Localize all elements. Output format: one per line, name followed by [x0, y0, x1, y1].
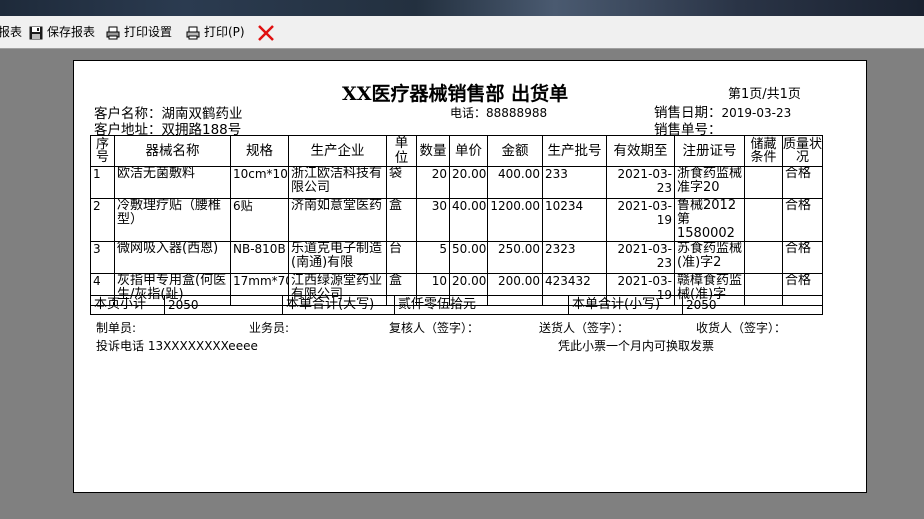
cell-amount: 1200.00 [487, 198, 543, 242]
close-icon [258, 24, 274, 41]
column-header: 储藏条件 [744, 135, 783, 167]
print-label: 打印(P) [204, 25, 245, 39]
report-title: XX医疗器械销售部 出货单 [342, 83, 569, 105]
report-button-partial[interactable]: 报表 [0, 24, 22, 41]
cell-quality: 合格 [782, 241, 823, 274]
close-button[interactable] [257, 24, 279, 41]
save-report-label: 保存报表 [47, 25, 96, 39]
toolbar: 报表 保存报表 打印设置 打印(P) [0, 16, 924, 49]
cell-reg: 鲁械2012第1580002 [674, 198, 745, 242]
deliverer-label: 送货人（签字）： [539, 321, 630, 335]
total-upper-label: 本单合计(大写) [282, 295, 395, 315]
cell-unit: 台 [386, 241, 417, 274]
column-header: 数量 [416, 135, 450, 167]
summary-row: 本页小计 2050 本单合计(大写) 贰仟零伍拾元 本单合计(小写) 2050 [90, 295, 823, 315]
cell-price: 40.00 [449, 198, 488, 242]
cell-quality: 合格 [782, 198, 823, 242]
cell-expiry: 2021-03-23 [606, 166, 675, 199]
complaint-phone: 投诉电话 13XXXXXXXXeeee [96, 339, 258, 353]
column-header: 有效期至 [606, 135, 675, 167]
items-table: 序号 器械名称 规格 生产企业 单位 数量 单价 金额 生产批号 有效期至 注册… [90, 135, 823, 306]
column-header: 单位 [386, 135, 417, 167]
save-report-button[interactable]: 保存报表 [29, 24, 95, 41]
table-row: 2 冷敷理疗贴（腰椎型） 6贴 济南如意堂医药 盒 30 40.00 1200.… [90, 198, 823, 242]
column-header: 规格 [230, 135, 289, 167]
cell-expiry: 2021-03-23 [606, 241, 675, 274]
salesman-label: 业务员: [249, 321, 290, 335]
cell-storage [744, 166, 783, 199]
page-info: 第1页/共1页 [728, 87, 801, 102]
sale-date-value: 2019-03-23 [721, 106, 792, 120]
cell-batch: 233 [542, 166, 607, 199]
printer-icon [186, 26, 200, 39]
cell-unit: 盒 [386, 198, 417, 242]
maker-label: 制单员: [96, 321, 137, 335]
cell-storage [744, 241, 783, 274]
column-header: 序号 [90, 135, 115, 167]
cell-expiry: 2021-03-19 [606, 198, 675, 242]
table-header-row: 序号 器械名称 规格 生产企业 单位 数量 单价 金额 生产批号 有效期至 注册… [90, 135, 823, 167]
cell-spec: 10cm*10cm [230, 166, 289, 199]
cell-reg: 浙食药监械准字20 [674, 166, 745, 199]
cell-amount: 400.00 [487, 166, 543, 199]
receiver-label: 收货人（签字）： [696, 321, 787, 335]
cell-batch: 2323 [542, 241, 607, 274]
cell-batch: 10234 [542, 198, 607, 242]
reviewer-label: 复核人（签字）： [389, 321, 480, 335]
cell-price: 20.00 [449, 166, 488, 199]
window-titlebar [0, 0, 924, 16]
invoice-note: 凭此小票一个月内可换取发票 [558, 339, 715, 353]
cell-storage [744, 198, 783, 242]
phone-label: 电话： [450, 106, 487, 120]
cell-quality: 合格 [782, 166, 823, 199]
column-header: 质量状况 [782, 135, 823, 167]
printer-setup-icon [106, 26, 120, 39]
page-subtotal-label: 本页小计 [90, 295, 165, 315]
cell-seq: 2 [90, 198, 115, 242]
cell-spec: NB-810B [230, 241, 289, 274]
cell-spec: 6贴 [230, 198, 289, 242]
cell-maker: 浙江欧洁科技有限公司 [288, 166, 387, 199]
cell-reg: 苏食药监械(准)字2 [674, 241, 745, 274]
print-button[interactable]: 打印(P) [186, 24, 245, 41]
total-lower-value: 2050 [682, 295, 823, 315]
cell-price: 50.00 [449, 241, 488, 274]
cell-name: 欧洁无菌敷料 [114, 166, 231, 199]
cell-unit: 袋 [386, 166, 417, 199]
phone-row: 电话：88888988 [450, 104, 547, 121]
table-row: 1 欧洁无菌敷料 10cm*10cm 浙江欧洁科技有限公司 袋 20 20.00… [90, 166, 823, 199]
cell-name: 冷敷理疗贴（腰椎型） [114, 198, 231, 242]
cell-maker: 乐道克电子制造(南通)有限 [288, 241, 387, 274]
column-header: 生产批号 [542, 135, 607, 167]
cell-seq: 1 [90, 166, 115, 199]
total-lower-label: 本单合计(小写) [568, 295, 683, 315]
column-header: 器械名称 [114, 135, 231, 167]
cell-qty: 5 [416, 241, 450, 274]
print-setup-button[interactable]: 打印设置 [106, 24, 172, 41]
cell-qty: 20 [416, 166, 450, 199]
cell-name: 微网吸入器(西恩) [114, 241, 231, 274]
summary-table: 本页小计 2050 本单合计(大写) 贰仟零伍拾元 本单合计(小写) 2050 [90, 295, 823, 315]
print-setup-label: 打印设置 [124, 25, 173, 39]
cell-amount: 250.00 [487, 241, 543, 274]
page-subtotal-value: 2050 [164, 295, 283, 315]
cell-maker: 济南如意堂医药 [288, 198, 387, 242]
floppy-disk-icon [29, 26, 43, 39]
column-header: 生产企业 [288, 135, 387, 167]
table-row: 3 微网吸入器(西恩) NB-810B 乐道克电子制造(南通)有限 台 5 50… [90, 241, 823, 274]
total-upper-value: 贰仟零伍拾元 [394, 295, 569, 315]
column-header: 单价 [449, 135, 488, 167]
report-button-label: 报表 [0, 25, 23, 39]
cell-seq: 3 [90, 241, 115, 274]
column-header: 注册证号 [674, 135, 745, 167]
report-page: XX医疗器械销售部 出货单 第1页/共1页 客户名称：湖南双鹤药业 电话：888… [73, 60, 867, 493]
cell-qty: 30 [416, 198, 450, 242]
phone-value: 88888988 [486, 106, 548, 120]
column-header: 金额 [487, 135, 543, 167]
